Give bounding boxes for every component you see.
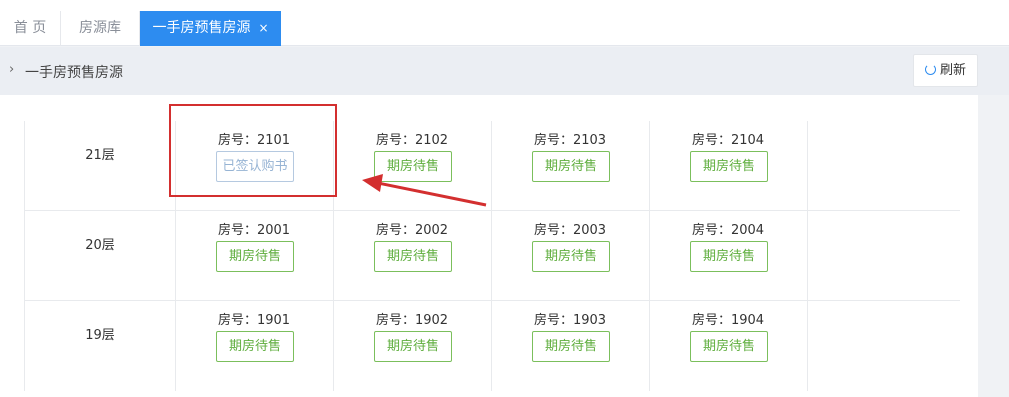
unit-panel: 21层 房号：2101 已签认购书 房号：2102 期房待售 房号：2103 期… [0,95,978,397]
unit-number: 房号：1904 [691,313,765,328]
status-badge[interactable]: 期房待售 [532,151,610,182]
unit-cell: 房号：1902 期房待售 [334,301,492,391]
breadcrumb: › 一手房预售房源 刷新 [0,47,1009,95]
floor-label: 19层 [24,301,176,391]
unit-cell: 房号：1904 期房待售 [650,301,808,391]
unit-cell: 房号：2103 期房待售 [492,121,650,211]
unit-number: 房号：2002 [375,223,449,238]
tab-bar: 首 页 房源库 一手房预售房源 × [0,0,1009,46]
unit-cell: 房号：2004 期房待售 [650,211,808,301]
status-badge[interactable]: 期房待售 [690,241,768,272]
refresh-button[interactable]: 刷新 [913,54,978,87]
status-badge[interactable]: 已签认购书 [216,151,294,182]
floor-row: 21层 房号：2101 已签认购书 房号：2102 期房待售 房号：2103 期… [24,121,960,211]
unit-cell: 房号：2104 期房待售 [650,121,808,211]
unit-number: 房号：2101 [217,133,291,148]
unit-grid: 21层 房号：2101 已签认购书 房号：2102 期房待售 房号：2103 期… [24,121,960,391]
floor-row: 19层 房号：1901 期房待售 房号：1902 期房待售 房号：1903 期房… [24,301,960,391]
unit-number: 房号：2102 [375,133,449,148]
unit-number: 房号：2103 [533,133,607,148]
floor-row: 20层 房号：2001 期房待售 房号：2002 期房待售 房号：2003 期房… [24,211,960,301]
status-badge[interactable]: 期房待售 [216,241,294,272]
unit-number: 房号：2004 [691,223,765,238]
tab-presale-listings-label: 一手房预售房源 [152,20,251,36]
unit-number: 房号：2003 [533,223,607,238]
unit-number: 房号：2001 [217,223,291,238]
refresh-icon [924,64,936,75]
status-badge[interactable]: 期房待售 [374,331,452,362]
unit-number: 房号：2104 [691,133,765,148]
unit-number: 房号：1901 [217,313,291,328]
unit-cell: 房号：1903 期房待售 [492,301,650,391]
unit-cell: 房号：2001 期房待售 [176,211,334,301]
tab-presale-listings[interactable]: 一手房预售房源 × [140,11,281,46]
unit-cell: 房号：2002 期房待售 [334,211,492,301]
unit-cell: 房号：2003 期房待售 [492,211,650,301]
chevron-right-icon: › [9,62,15,77]
unit-number: 房号：1903 [533,313,607,328]
status-badge[interactable]: 期房待售 [374,151,452,182]
breadcrumb-current: 一手房预售房源 [25,65,123,81]
scrollbar-track[interactable] [978,95,1009,397]
unit-cell: 房号：2102 期房待售 [334,121,492,211]
unit-cell: 房号：1901 期房待售 [176,301,334,391]
status-badge[interactable]: 期房待售 [690,151,768,182]
main-content: 21层 房号：2101 已签认购书 房号：2102 期房待售 房号：2103 期… [0,95,1009,397]
status-badge[interactable]: 期房待售 [374,241,452,272]
floor-label: 21层 [24,121,176,211]
status-badge[interactable]: 期房待售 [532,241,610,272]
status-badge[interactable]: 期房待售 [532,331,610,362]
refresh-label: 刷新 [939,63,966,78]
tab-house-library[interactable]: 房源库 [61,11,140,46]
status-badge[interactable]: 期房待售 [690,331,768,362]
unit-number: 房号：1902 [375,313,449,328]
close-icon[interactable]: × [258,21,268,35]
tab-home[interactable]: 首 页 [0,11,61,46]
unit-cell: 房号：2101 已签认购书 [176,121,334,211]
floor-label: 20层 [24,211,176,301]
status-badge[interactable]: 期房待售 [216,331,294,362]
